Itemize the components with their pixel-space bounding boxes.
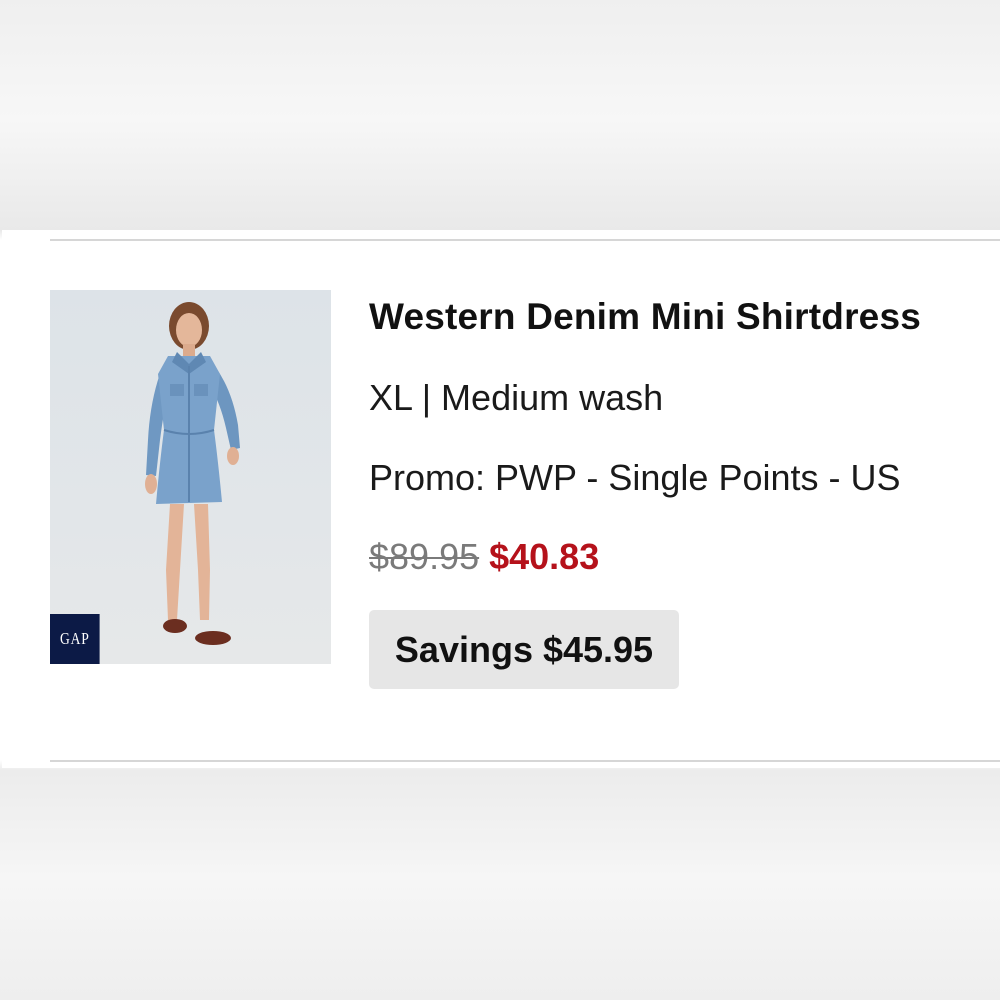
price-row: $89.95 $40.83	[369, 536, 599, 578]
product-variant: XL | Medium wash	[369, 377, 664, 418]
product-image[interactable]: GAP	[50, 290, 331, 664]
bottom-divider	[50, 760, 1000, 762]
promo-text: Promo: PWP - Single Points - US	[369, 457, 901, 498]
cart-item-card: GAP Western Denim Mini Shirtdress XL | M…	[2, 230, 1000, 768]
gap-logo-text: GAP	[59, 629, 90, 648]
product-title[interactable]: Western Denim Mini Shirtdress	[369, 296, 921, 338]
sale-price: $40.83	[489, 536, 600, 577]
model-in-denim-dress-illustration	[145, 302, 240, 645]
original-price: $89.95	[369, 536, 480, 577]
gap-logo: GAP	[50, 614, 100, 664]
savings-badge: Savings $45.95	[369, 610, 679, 689]
top-divider	[50, 239, 1000, 241]
